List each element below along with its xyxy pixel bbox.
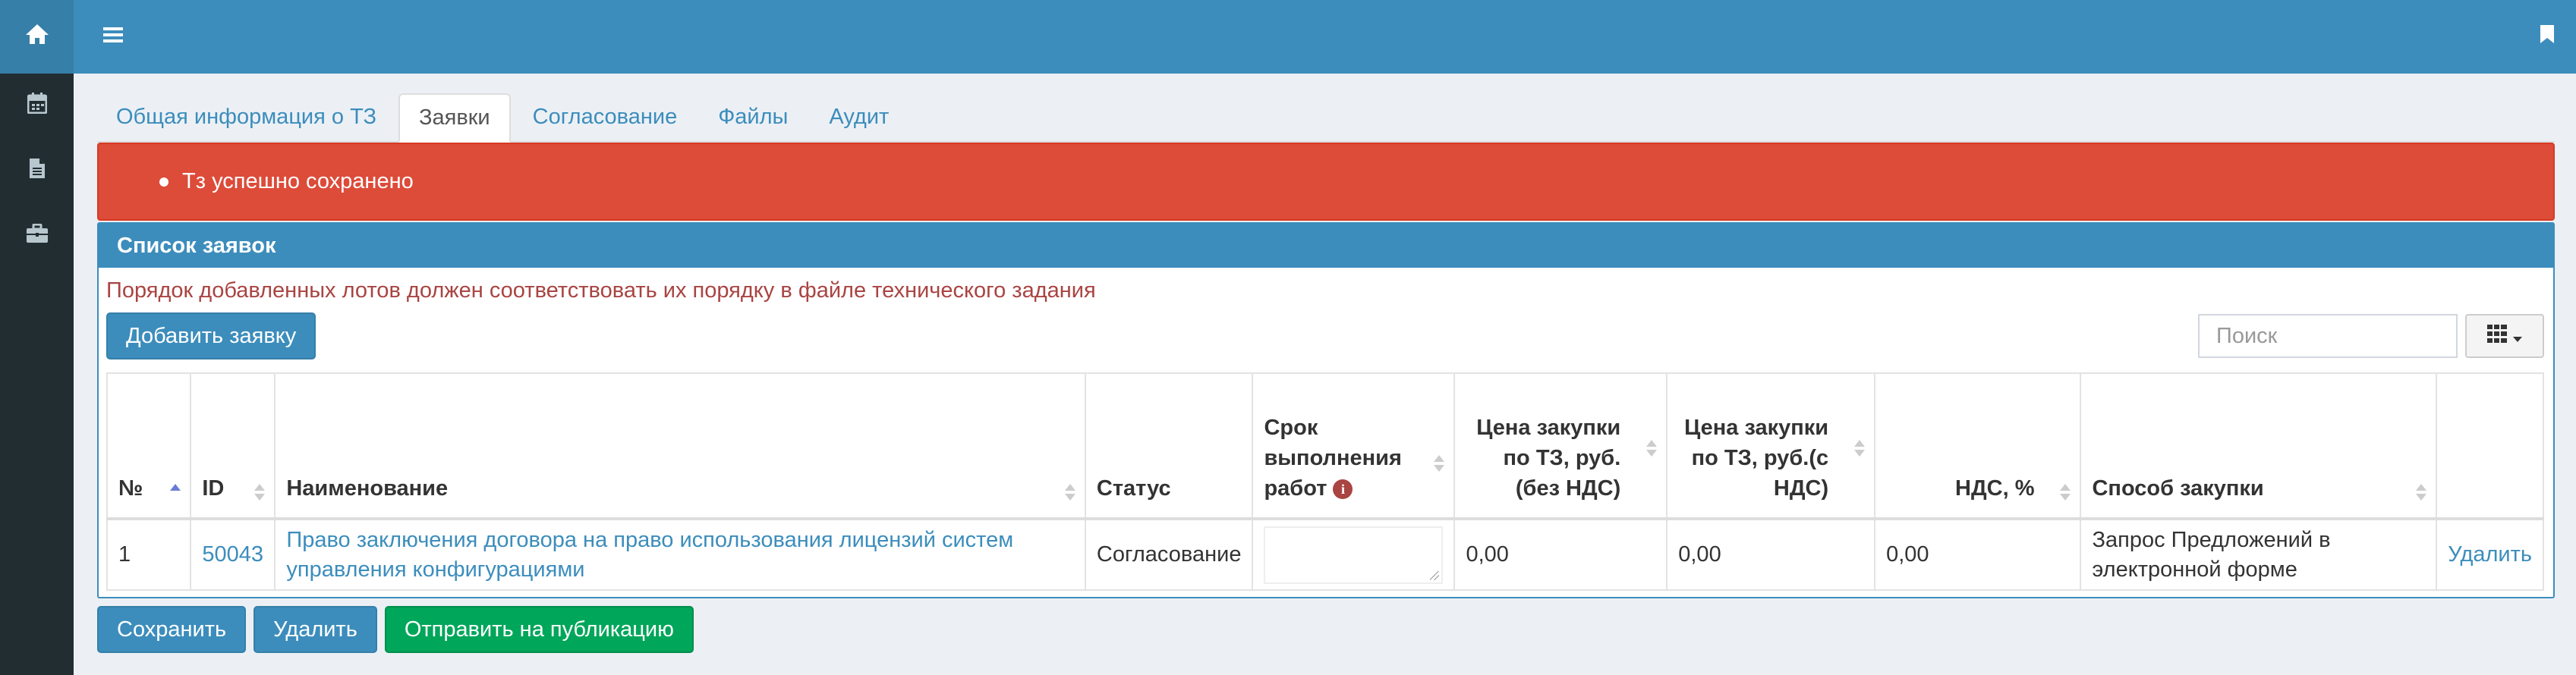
- table-header-row: № ID Наименование Статус Срок выполнения…: [105, 372, 2544, 520]
- sidebar-item-briefcase[interactable]: [0, 204, 74, 269]
- col-header-price-vat[interactable]: Цена закупки по ТЗ, руб.(с НДС): [1666, 372, 1876, 520]
- top-header: [74, 0, 2576, 74]
- sidebar: [0, 0, 74, 675]
- table-toolbar: Добавить заявку: [106, 310, 2544, 362]
- tab-approval[interactable]: Согласование: [514, 93, 697, 141]
- home-icon: [24, 23, 50, 52]
- alert-message: Тз успешно сохранено: [97, 143, 2555, 221]
- col-header-vat[interactable]: НДС, %: [1874, 372, 2082, 520]
- requests-box: Список заявок Порядок добавленных лотов …: [97, 222, 2555, 598]
- col-header-num[interactable]: №: [105, 372, 192, 520]
- requests-table: № ID Наименование Статус Срок выполнения…: [105, 372, 2544, 591]
- cell-id: 50043: [190, 518, 276, 591]
- table-row: 1 50043 Право заключения договора на пра…: [105, 518, 2544, 591]
- caret-down-icon: [2513, 324, 2522, 349]
- cell-vat: 0,00: [1874, 518, 2082, 591]
- briefcase-icon: [26, 223, 49, 250]
- tab-files[interactable]: Файлы: [699, 93, 807, 141]
- sort-icon: [254, 484, 266, 501]
- sort-icon: [1646, 440, 1658, 457]
- toolbar-right: [2198, 314, 2544, 358]
- resize-grip-icon[interactable]: [1430, 570, 1440, 580]
- sort-icon: [2416, 484, 2427, 501]
- document-icon: [29, 158, 46, 185]
- sort-icon: [1064, 484, 1075, 501]
- cell-price-vat: 0,00: [1666, 518, 1876, 591]
- cell-name: Право заключения договора на право испол…: [274, 518, 1086, 591]
- tab-audit[interactable]: Аудит: [810, 93, 908, 141]
- bookmark-icon: [2540, 24, 2555, 50]
- request-name-link[interactable]: Право заключения договора на право испол…: [286, 528, 1013, 582]
- sort-asc-icon: [170, 484, 181, 501]
- order-note: Порядок добавленных лотов должен соответ…: [106, 278, 1096, 303]
- add-request-button[interactable]: Добавить заявку: [106, 312, 316, 359]
- footer-actions: Сохранить Удалить Отправить на публикаци…: [97, 606, 2555, 653]
- tab-requests[interactable]: Заявки: [398, 93, 511, 143]
- calendar-icon: [27, 93, 47, 120]
- bookmark-button[interactable]: [2532, 19, 2562, 55]
- delete-button[interactable]: Удалить: [254, 606, 377, 653]
- grid-icon: [2487, 324, 2507, 349]
- term-textarea[interactable]: [1264, 526, 1444, 584]
- col-header-actions: [2436, 372, 2544, 520]
- col-header-price-no-vat[interactable]: Цена закупки по ТЗ, руб.(без НДС): [1453, 372, 1668, 520]
- tab-general-info[interactable]: Общая информация о ТЗ: [97, 93, 395, 141]
- cell-term: [1252, 518, 1456, 591]
- box-body: Порядок добавленных лотов должен соответ…: [99, 268, 2553, 597]
- sort-icon: [2060, 484, 2071, 501]
- delete-row-link[interactable]: Удалить: [2448, 542, 2532, 567]
- sort-icon: [1434, 455, 1445, 472]
- cell-price-no-vat: 0,00: [1453, 518, 1668, 591]
- columns-toggle-button[interactable]: [2465, 314, 2544, 358]
- info-icon[interactable]: i: [1333, 479, 1353, 500]
- tab-bar: Общая информация о ТЗ Заявки Согласовани…: [97, 93, 2555, 143]
- hamburger-icon: [103, 24, 123, 49]
- sidebar-item-calendar[interactable]: [0, 74, 74, 139]
- cell-actions: Удалить: [2436, 518, 2544, 591]
- request-id-link[interactable]: 50043: [202, 542, 263, 567]
- sidebar-item-documents[interactable]: [0, 139, 74, 204]
- home-link[interactable]: [0, 0, 74, 74]
- cell-num: 1: [105, 518, 192, 591]
- search-input[interactable]: [2198, 314, 2458, 358]
- col-header-term[interactable]: Срок выполнения работ i: [1252, 372, 1456, 520]
- col-header-method[interactable]: Способ закупки: [2080, 372, 2438, 520]
- box-title: Список заявок: [99, 224, 2553, 268]
- sort-icon: [1854, 440, 1866, 457]
- alert-text: Тз успешно сохранено: [182, 169, 414, 193]
- main-content: Общая информация о ТЗ Заявки Согласовани…: [97, 93, 2555, 653]
- cell-status: Согласование: [1084, 518, 1254, 591]
- publish-button[interactable]: Отправить на публикацию: [384, 606, 694, 653]
- col-header-name[interactable]: Наименование: [274, 372, 1086, 520]
- col-header-id[interactable]: ID: [190, 372, 276, 520]
- bullet-icon: [159, 177, 168, 187]
- save-button[interactable]: Сохранить: [97, 606, 247, 653]
- col-header-status: Статус: [1084, 372, 1254, 520]
- cell-method: Запрос Предложений в электронной форме: [2080, 518, 2438, 591]
- sidebar-toggle-button[interactable]: [95, 19, 131, 55]
